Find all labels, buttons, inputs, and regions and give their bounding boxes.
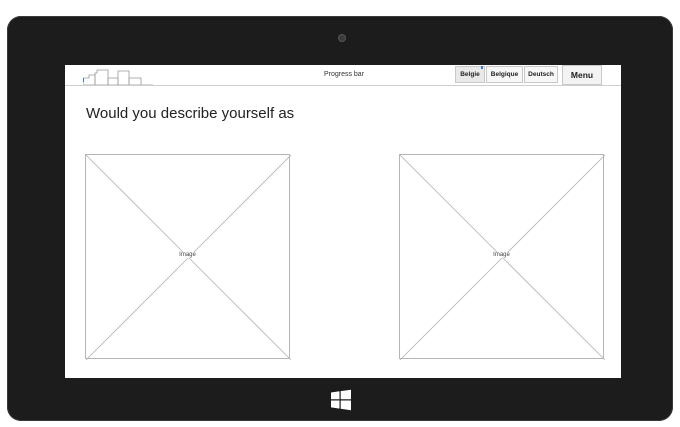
camera-icon (339, 35, 345, 41)
option-image-right[interactable]: Image (399, 154, 605, 360)
language-button-belgique[interactable]: Belgique (486, 66, 523, 83)
header-bar: Progress bar Belgie Belgique Deutsch Men… (65, 65, 621, 86)
progress-bar-label: Progress bar (323, 71, 365, 78)
question-heading: Would you describe yourself as (86, 105, 295, 122)
menu-button[interactable]: Menu (562, 65, 602, 85)
language-button-belgie[interactable]: Belgie (455, 66, 485, 83)
windows-logo-icon[interactable] (327, 386, 355, 414)
image-label: Image (492, 252, 511, 258)
option-image-left[interactable]: Image (85, 154, 291, 360)
city-skyline-logo (83, 69, 153, 85)
language-button-deutsch[interactable]: Deutsch (524, 66, 558, 83)
app-screen: Progress bar Belgie Belgique Deutsch Men… (65, 65, 621, 378)
image-label: Image (178, 252, 197, 258)
